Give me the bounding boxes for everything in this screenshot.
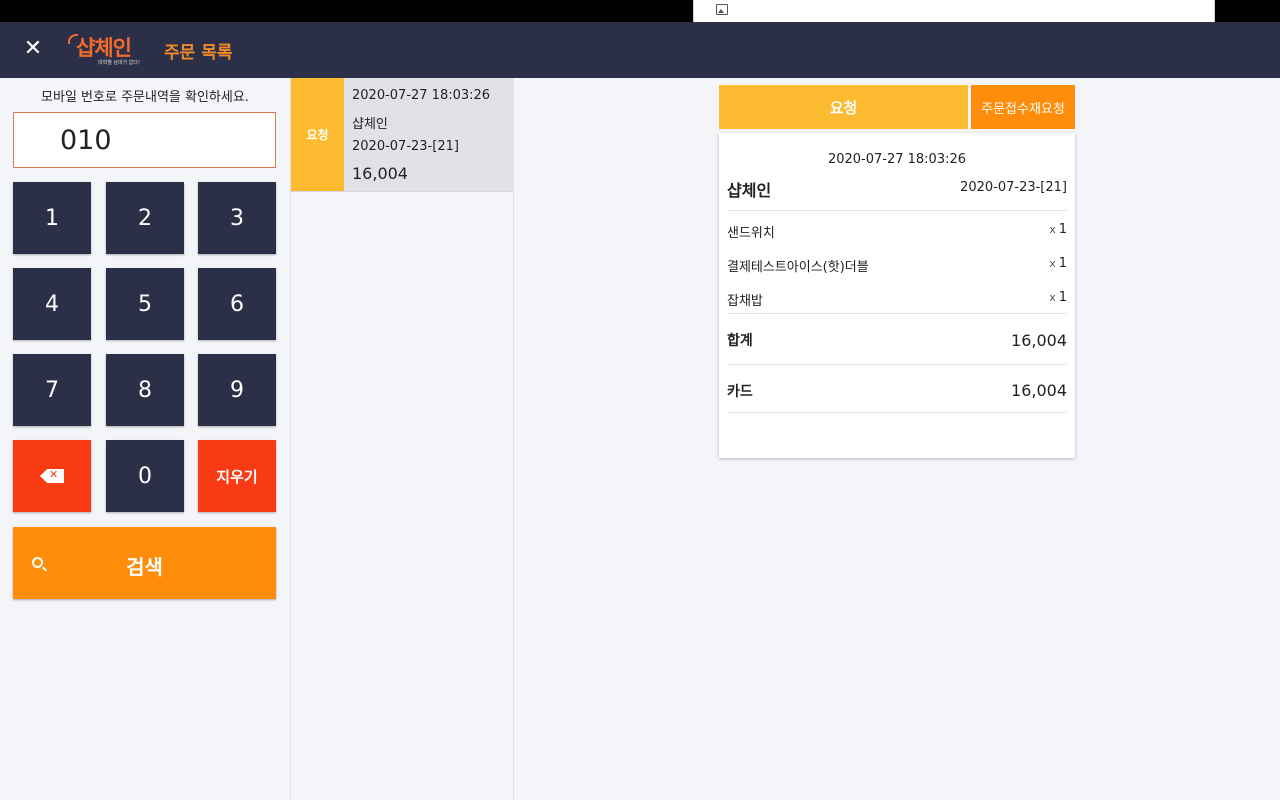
backspace-icon: ✕ — [40, 469, 64, 483]
key-7[interactable]: 7 — [13, 354, 91, 426]
receipt-item-qty: x1 — [1049, 290, 1067, 305]
payment-value: 16,004 — [1011, 381, 1067, 400]
receipt-datetime: 2020-07-27 18:03:26 — [827, 152, 967, 167]
key-8[interactable]: 8 — [106, 354, 184, 426]
order-amount: 16,004 — [352, 164, 408, 183]
rerequest-button[interactable]: 주문접수재요청 — [971, 85, 1075, 129]
app-bar: ✕ 샵체인 대학별 상대가 없다! 주문 목록 — [0, 22, 1280, 78]
image-icon — [716, 4, 728, 15]
close-button[interactable]: ✕ — [18, 34, 48, 64]
receipt-store: 샵체인 — [727, 181, 772, 200]
panel-divider — [513, 78, 514, 800]
search-button-label: 검색 — [126, 555, 163, 579]
key-3[interactable]: 3 — [198, 182, 276, 254]
phone-search-panel: 모바일 번호로 주문내역을 확인하세요. 1 2 3 4 5 6 7 8 9 ✕… — [0, 78, 290, 800]
instruction-text: 모바일 번호로 주문내역을 확인하세요. — [41, 90, 249, 105]
qty-value: 1 — [1058, 290, 1067, 305]
order-list-item[interactable]: 요청 2020-07-27 18:03:26 샵체인 2020-07-23-[2… — [291, 78, 513, 191]
divider — [727, 364, 1067, 365]
receipt-item-qty: x1 — [1049, 256, 1067, 271]
payment-method-label: 카드 — [727, 384, 753, 400]
order-receipt: 2020-07-27 18:03:26 샵체인 2020-07-23-[21] … — [719, 133, 1075, 458]
order-datetime: 2020-07-27 18:03:26 — [352, 88, 491, 103]
request-button[interactable]: 요청 — [719, 85, 968, 129]
key-1[interactable]: 1 — [13, 182, 91, 254]
logo-tagline: 대학별 상대가 없다! — [98, 60, 140, 66]
logo-text: 샵체인 — [76, 36, 132, 60]
key-9[interactable]: 9 — [198, 354, 276, 426]
key-4[interactable]: 4 — [13, 268, 91, 340]
qty-prefix: x — [1049, 257, 1056, 270]
qty-prefix: x — [1049, 291, 1056, 304]
receipt-item-name: 샌드위치 — [727, 226, 775, 241]
order-store: 샵체인 — [352, 117, 388, 132]
receipt-item-qty: x1 — [1049, 222, 1067, 237]
divider — [727, 313, 1067, 314]
clear-button[interactable]: 지우기 — [198, 440, 276, 512]
notification-popup[interactable] — [693, 0, 1215, 24]
page-title: 주문 목록 — [164, 43, 233, 63]
receipt-item-name: 결제테스트아이스(핫)더블 — [727, 260, 869, 275]
receipt-item-name: 잡채밥 — [727, 294, 763, 309]
receipt-order-number: 2020-07-23-[21] — [960, 180, 1067, 195]
divider — [727, 210, 1067, 211]
logo: 샵체인 대학별 상대가 없다! — [68, 30, 154, 70]
qty-value: 1 — [1058, 222, 1067, 237]
total-value: 16,004 — [1011, 331, 1067, 350]
key-2[interactable]: 2 — [106, 182, 184, 254]
key-6[interactable]: 6 — [198, 268, 276, 340]
qty-value: 1 — [1058, 256, 1067, 271]
qty-prefix: x — [1049, 223, 1056, 236]
divider — [727, 412, 1067, 413]
search-button[interactable]: 검색 — [13, 527, 276, 599]
order-status-badge: 요청 — [291, 78, 344, 191]
backspace-button[interactable]: ✕ — [13, 440, 91, 512]
phone-number-input[interactable] — [13, 112, 276, 168]
key-5[interactable]: 5 — [106, 268, 184, 340]
list-divider — [291, 191, 513, 192]
order-number: 2020-07-23-[21] — [352, 139, 459, 154]
total-label: 합계 — [727, 333, 753, 349]
key-0[interactable]: 0 — [106, 440, 184, 512]
